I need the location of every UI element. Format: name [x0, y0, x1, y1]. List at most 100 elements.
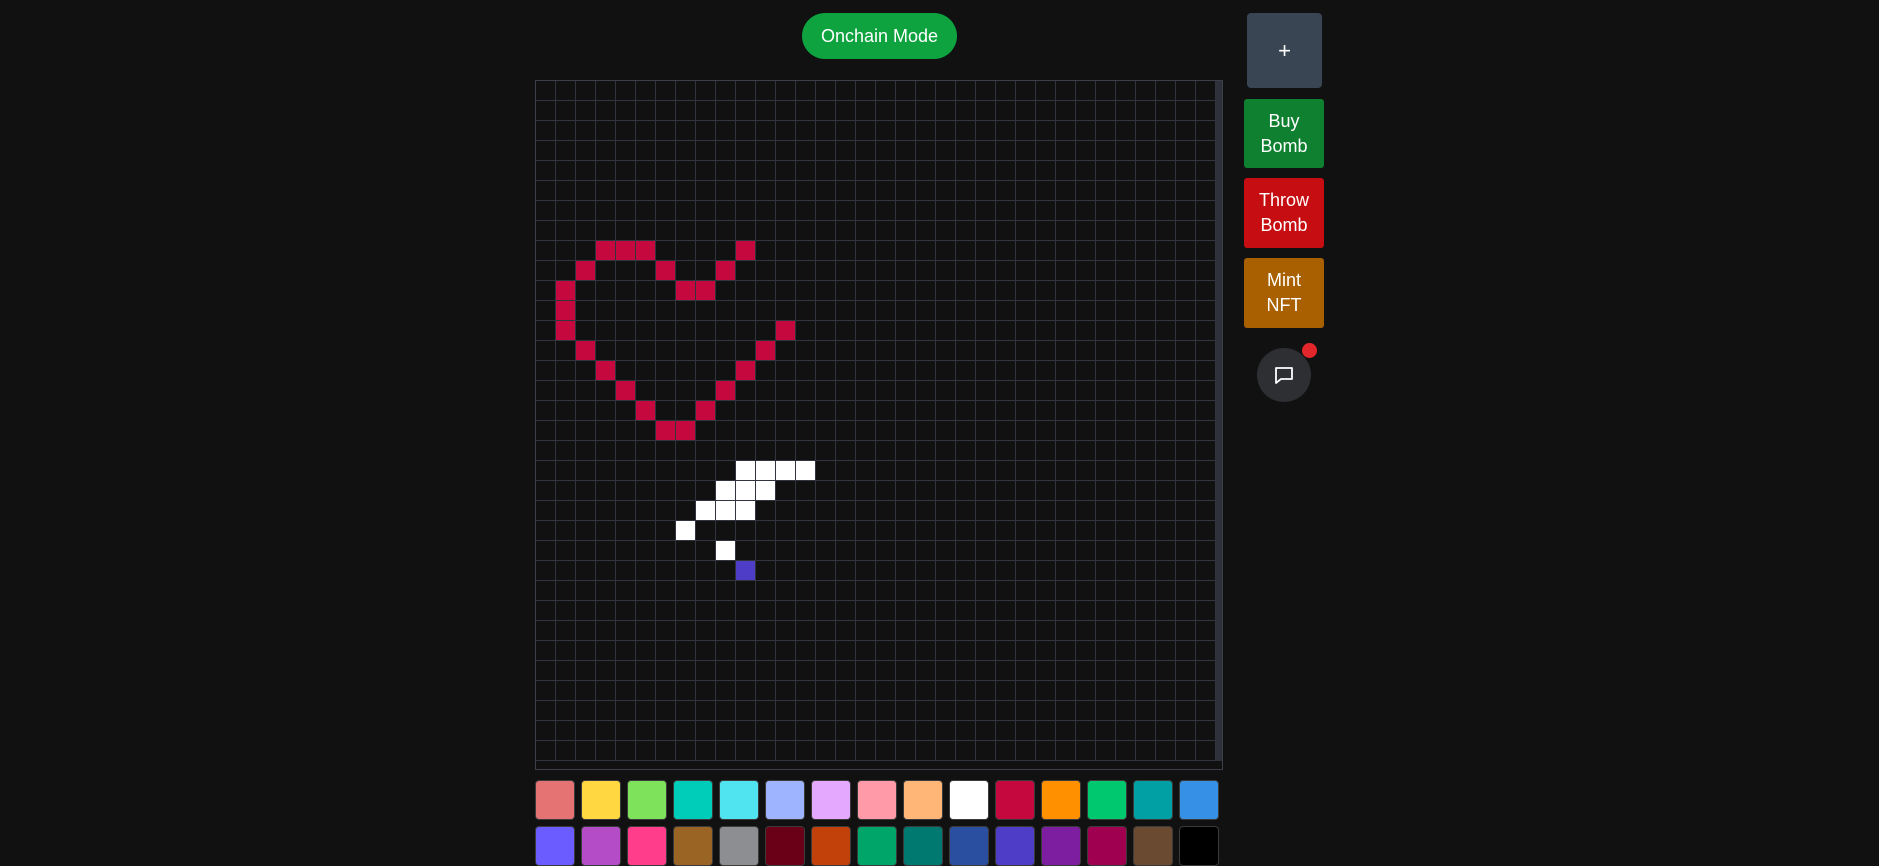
pixel-cell[interactable]: [976, 341, 996, 361]
pixel-cell[interactable]: [836, 201, 856, 221]
pixel-cell[interactable]: [576, 441, 596, 461]
pixel-cell[interactable]: [876, 681, 896, 701]
pixel-cell[interactable]: [956, 721, 976, 741]
pixel-cell[interactable]: [956, 81, 976, 101]
pixel-cell[interactable]: [736, 701, 756, 721]
pixel-cell[interactable]: [996, 361, 1016, 381]
pixel-cell[interactable]: [1156, 241, 1176, 261]
pixel-cell[interactable]: [556, 341, 576, 361]
pixel-cell[interactable]: [556, 301, 576, 321]
pixel-cell[interactable]: [996, 581, 1016, 601]
pixel-cell[interactable]: [756, 141, 776, 161]
pixel-cell[interactable]: [1076, 541, 1096, 561]
pixel-cell[interactable]: [556, 241, 576, 261]
pixel-cell[interactable]: [736, 261, 756, 281]
pixel-cell[interactable]: [1056, 441, 1076, 461]
pixel-cell[interactable]: [816, 721, 836, 741]
pixel-cell[interactable]: [1076, 341, 1096, 361]
pixel-cell[interactable]: [1056, 381, 1076, 401]
pixel-cell[interactable]: [916, 421, 936, 441]
pixel-cell[interactable]: [1196, 721, 1216, 741]
pixel-cell[interactable]: [776, 281, 796, 301]
pixel-cell[interactable]: [596, 681, 616, 701]
pixel-cell[interactable]: [1176, 401, 1196, 421]
onchain-mode-button[interactable]: Onchain Mode: [802, 13, 957, 59]
pixel-cell[interactable]: [836, 661, 856, 681]
pixel-cell[interactable]: [956, 381, 976, 401]
pixel-cell[interactable]: [1196, 601, 1216, 621]
pixel-cell[interactable]: [936, 441, 956, 461]
pixel-cell[interactable]: [1016, 221, 1036, 241]
pixel-cell[interactable]: [696, 481, 716, 501]
pixel-cell[interactable]: [1076, 161, 1096, 181]
pixel-cell[interactable]: [876, 661, 896, 681]
pixel-cell[interactable]: [576, 721, 596, 741]
pixel-cell[interactable]: [1016, 361, 1036, 381]
pixel-cell[interactable]: [676, 161, 696, 181]
pixel-cell[interactable]: [1176, 441, 1196, 461]
pixel-cell[interactable]: [916, 381, 936, 401]
pixel-cell[interactable]: [1036, 281, 1056, 301]
pixel-cell[interactable]: [936, 221, 956, 241]
buy-bomb-button[interactable]: Buy Bomb: [1244, 99, 1324, 168]
pixel-cell[interactable]: [956, 361, 976, 381]
pixel-cell[interactable]: [1036, 541, 1056, 561]
pixel-cell[interactable]: [1116, 661, 1136, 681]
pixel-cell[interactable]: [836, 441, 856, 461]
pixel-cell[interactable]: [996, 641, 1016, 661]
pixel-cell[interactable]: [976, 601, 996, 621]
pixel-cell[interactable]: [876, 601, 896, 621]
pixel-cell[interactable]: [916, 261, 936, 281]
pixel-cell[interactable]: [776, 121, 796, 141]
pixel-cell[interactable]: [896, 521, 916, 541]
pixel-cell[interactable]: [676, 561, 696, 581]
pixel-cell[interactable]: [1116, 121, 1136, 141]
pixel-cell[interactable]: [896, 581, 916, 601]
pixel-cell[interactable]: [1016, 561, 1036, 581]
pixel-cell[interactable]: [576, 181, 596, 201]
pixel-cell[interactable]: [576, 121, 596, 141]
pixel-cell[interactable]: [936, 141, 956, 161]
pixel-cell[interactable]: [976, 401, 996, 421]
pixel-cell[interactable]: [956, 621, 976, 641]
pixel-cell[interactable]: [596, 621, 616, 641]
pixel-cell[interactable]: [916, 581, 936, 601]
pixel-cell[interactable]: [636, 581, 656, 601]
pixel-cell[interactable]: [956, 181, 976, 201]
pixel-cell[interactable]: [596, 561, 616, 581]
pixel-cell[interactable]: [576, 341, 596, 361]
pixel-cell[interactable]: [756, 281, 776, 301]
pixel-cell[interactable]: [1016, 741, 1036, 761]
pixel-cell[interactable]: [696, 621, 716, 641]
pixel-cell[interactable]: [1196, 261, 1216, 281]
pixel-cell[interactable]: [1176, 201, 1196, 221]
pixel-cell[interactable]: [656, 121, 676, 141]
pixel-cell[interactable]: [996, 441, 1016, 461]
pixel-cell[interactable]: [1176, 641, 1196, 661]
pixel-cell[interactable]: [536, 101, 556, 121]
pixel-cell[interactable]: [1156, 341, 1176, 361]
pixel-cell[interactable]: [576, 741, 596, 761]
pixel-cell[interactable]: [596, 541, 616, 561]
pixel-cell[interactable]: [1136, 261, 1156, 281]
pixel-cell[interactable]: [1076, 401, 1096, 421]
pixel-cell[interactable]: [716, 121, 736, 141]
pixel-cell[interactable]: [1116, 501, 1136, 521]
pixel-cell[interactable]: [1096, 221, 1116, 241]
pixel-cell[interactable]: [916, 121, 936, 141]
pixel-cell[interactable]: [856, 541, 876, 561]
pixel-cell[interactable]: [1176, 141, 1196, 161]
pixel-cell[interactable]: [1116, 681, 1136, 701]
pixel-cell[interactable]: [1196, 221, 1216, 241]
pixel-cell[interactable]: [1156, 661, 1176, 681]
pixel-cell[interactable]: [1076, 481, 1096, 501]
pixel-cell[interactable]: [796, 121, 816, 141]
pixel-cell[interactable]: [656, 601, 676, 621]
pixel-cell[interactable]: [1116, 281, 1136, 301]
pixel-cell[interactable]: [1036, 681, 1056, 701]
pixel-cell[interactable]: [816, 401, 836, 421]
pixel-cell[interactable]: [836, 281, 856, 301]
pixel-cell[interactable]: [736, 121, 756, 141]
pixel-cell[interactable]: [736, 541, 756, 561]
pixel-cell[interactable]: [1196, 81, 1216, 101]
